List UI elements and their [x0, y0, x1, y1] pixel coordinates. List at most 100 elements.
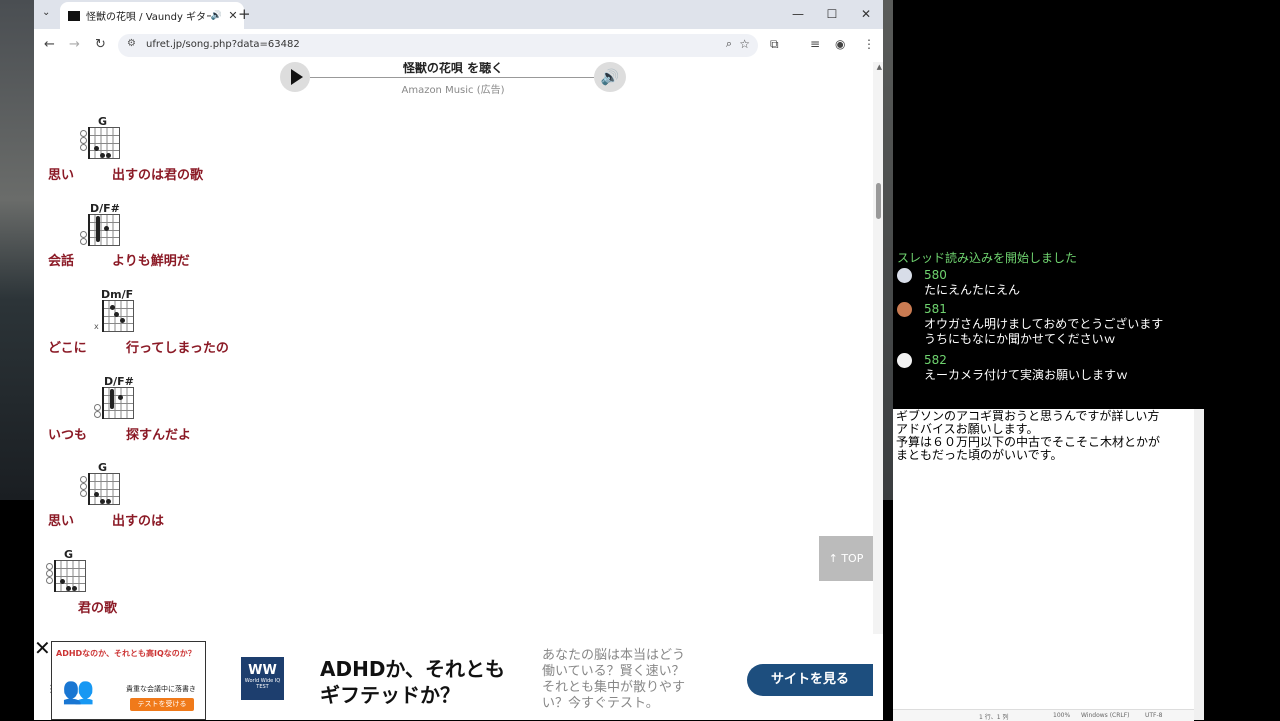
reload-icon[interactable]: ↻	[95, 37, 106, 52]
chord-nut	[102, 300, 104, 332]
ad-image-caption: 貴重な会議中に落書き	[126, 685, 196, 693]
chat-message-number: 581	[924, 302, 947, 316]
finger-dot	[118, 395, 123, 400]
open-string-mark	[46, 577, 53, 584]
lyric-text: 君の歌	[78, 601, 118, 616]
back-to-top-button[interactable]: ↑ TOP	[819, 536, 873, 581]
favicon-icon	[68, 10, 80, 21]
open-string-mark	[94, 411, 101, 418]
open-string-mark	[80, 231, 87, 238]
music-player: 怪獣の花唄 を聴く Amazon Music (広告) 🔊	[280, 62, 626, 96]
browser-window: ⌄ 怪獣の花唄 / Vaundy ギターコ 🔊 ✕ + — ☐ ✕ ← → ↻ …	[34, 0, 883, 720]
lyric-text: 出すのは君の歌	[112, 168, 204, 183]
ad-logo-main: WW	[248, 663, 277, 678]
ad-close-icon[interactable]: ✕	[34, 638, 51, 658]
ad-headline[interactable]: ADHDか、それとも ギフテッドか？	[320, 656, 505, 708]
tab-title: 怪獣の花唄 / Vaundy ギターコ	[86, 12, 211, 23]
finger-dot	[114, 312, 119, 317]
tab-bar: ⌄ 怪獣の花唄 / Vaundy ギターコ 🔊 ✕ + — ☐ ✕	[34, 0, 883, 29]
ad-headline-line-2: ギフテッドか？	[320, 683, 460, 707]
lyric-text: 探すんだよ	[126, 428, 192, 443]
status-line-ending: Windows (CRLF)	[1081, 712, 1130, 719]
page-scrollbar[interactable]: ▲	[873, 62, 883, 634]
notepad-text-area[interactable]: ギブソンのアコギ買おうと思うんですが詳しい方 アドバイスお願いします。 予算は６…	[896, 410, 1160, 462]
ad-image-question: ADHDなのか、それとも高IQなのか？	[56, 649, 196, 658]
forward-arrow-icon[interactable]: →	[69, 37, 80, 52]
bookmark-star-icon[interactable]: ☆	[739, 37, 750, 51]
lyric-text: 思い	[48, 168, 75, 183]
barre-mark	[110, 389, 114, 409]
tab-active[interactable]: 怪獣の花唄 / Vaundy ギターコ 🔊 ✕	[60, 2, 244, 29]
notepad-window: ギブソンのアコギ買おうと思うんですが詳しい方 アドバイスお願いします。 予算は６…	[893, 409, 1204, 721]
back-arrow-icon[interactable]: ←	[44, 37, 55, 52]
open-string-mark	[80, 130, 87, 137]
player-title: 怪獣の花唄 を聴く	[402, 62, 504, 75]
new-tab-button[interactable]: +	[238, 5, 251, 23]
address-bar: ← → ↻ ⚙ ufret.jp/song.php?data=63482 ⌕ ☆…	[34, 29, 883, 63]
finger-dot	[104, 226, 109, 231]
finger-dot	[106, 153, 111, 158]
speaker-icon[interactable]: 🔊	[211, 11, 222, 21]
chord-nut	[88, 127, 90, 159]
desktop-background-strip	[883, 0, 893, 500]
chat-overlay: スレッド読み込みを開始しました 580 たにえんたにえん 581 オウガさん明け…	[893, 245, 1280, 385]
site-info-icon[interactable]: ⚙	[127, 38, 136, 49]
finger-dot	[120, 318, 125, 323]
avatar	[897, 353, 912, 368]
open-string-mark	[94, 404, 101, 411]
chord-nut	[54, 560, 56, 592]
muted-string-mark: x	[94, 322, 99, 331]
finger-dot	[106, 499, 111, 504]
scroll-up-arrow-icon[interactable]: ▲	[877, 63, 882, 71]
url-text[interactable]: ufret.jp/song.php?data=63482	[146, 39, 300, 50]
notepad-scrollbar[interactable]	[1194, 409, 1204, 720]
volume-icon[interactable]: 🔊	[594, 62, 626, 92]
chord-nut	[88, 473, 90, 505]
player-subtitle[interactable]: Amazon Music (広告)	[280, 81, 626, 96]
lyric-text: 行ってしまったの	[126, 341, 229, 356]
ad-logo-sub: World Wide IQ TEST	[244, 678, 281, 690]
close-window-button[interactable]: ✕	[849, 0, 883, 29]
ad-headline-line-1: ADHDか、それとも	[320, 657, 506, 681]
lyric-text: よりも鮮明だ	[112, 254, 190, 269]
status-encoding: UTF-8	[1145, 712, 1163, 719]
ad-image[interactable]: ADHDなのか、それとも高IQなのか？ 👥 貴重な会議中に落書き テストを受ける	[51, 641, 206, 720]
chat-message-number: 582	[924, 353, 947, 367]
chat-message-number: 580	[924, 268, 947, 282]
chat-message-text: オウガさん明けましておめでとうございます	[924, 317, 1164, 331]
finger-dot	[94, 146, 99, 151]
finger-dot	[94, 492, 99, 497]
maximize-button[interactable]: ☐	[815, 0, 849, 29]
finger-dot	[66, 586, 71, 591]
player-progress-line[interactable]	[310, 77, 594, 78]
menu-kebab-icon[interactable]: ⋮	[863, 37, 875, 51]
chat-message-text: うちにもなにか聞かせてくださいｗ	[924, 332, 1116, 346]
omnibox[interactable]: ⚙ ufret.jp/song.php?data=63482 ⌕ ☆	[118, 34, 758, 57]
finger-dot	[100, 499, 105, 504]
ad-image-cta[interactable]: テストを受ける	[130, 698, 194, 711]
profile-icon[interactable]: ◉	[835, 37, 845, 51]
notepad-status-bar: 1 行、1 列 100% Windows (CRLF) UTF-8	[893, 709, 1194, 721]
status-zoom: 100%	[1053, 712, 1071, 719]
lyric-text: どこに	[48, 341, 87, 356]
ad-visit-site-button[interactable]: サイトを見る	[747, 664, 873, 696]
ad-logo: WW World Wide IQ TEST	[241, 657, 284, 700]
open-string-mark	[80, 490, 87, 497]
open-string-mark	[80, 144, 87, 151]
media-control-icon[interactable]: ≡	[810, 37, 820, 51]
finger-dot	[110, 305, 115, 310]
zoom-icon[interactable]: ⌕	[726, 37, 732, 51]
chat-message-text: えーカメラ付けて実演お願いしますｗ	[924, 368, 1129, 382]
minimize-button[interactable]: —	[781, 0, 815, 29]
chord-nut	[88, 214, 90, 246]
tab-search-icon[interactable]: ⌄	[42, 7, 50, 18]
page-content: 怪獣の花唄 を聴く Amazon Music (広告) 🔊 G 思い 出すのは君…	[34, 62, 883, 634]
ad-banner[interactable]: ✕ ⋮ ADHDなのか、それとも高IQなのか？ 👥 貴重な会議中に落書き テスト…	[34, 638, 883, 720]
scrollbar-thumb[interactable]	[876, 183, 881, 219]
extensions-icon[interactable]: ⧉	[770, 37, 779, 52]
lyric-text: 思い	[48, 514, 75, 529]
open-string-mark	[46, 563, 53, 570]
finger-dot	[100, 153, 105, 158]
chat-message-text: たにえんたにえん	[924, 283, 1021, 297]
people-icon: 👥	[62, 676, 95, 706]
